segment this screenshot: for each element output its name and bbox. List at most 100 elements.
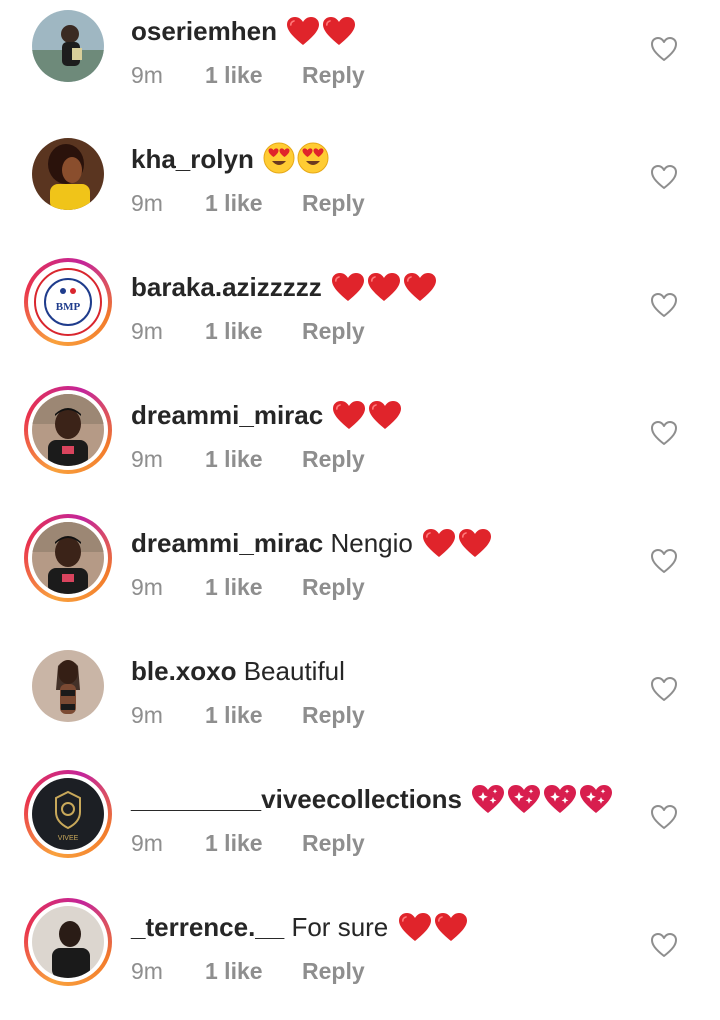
comment-time: 9m (131, 318, 163, 344)
like-heart-icon[interactable] (650, 804, 678, 830)
comment-row: ble.xoxo Beautiful 9m 1 like Reply (0, 636, 720, 764)
avatar[interactable] (24, 898, 112, 986)
comment-meta: 9m 1 like Reply (131, 316, 365, 346)
comment-body: baraka.azizzzzz (131, 269, 437, 305)
comment-likes-count[interactable]: 1 like (205, 572, 302, 602)
comment-row: VIVEE _________viveecollections 9m 1 like R… (0, 764, 720, 892)
red-heart-emoji (434, 912, 468, 942)
like-heart-icon[interactable] (650, 420, 678, 446)
reply-button[interactable]: Reply (302, 958, 365, 984)
comment-row: BMP baraka.azizzzzz 9m 1 like Reply (0, 252, 720, 380)
heart-eyes-emoji (263, 142, 295, 174)
reply-button[interactable]: Reply (302, 318, 365, 344)
avatar-image (32, 10, 104, 82)
comment-time: 9m (131, 958, 163, 984)
avatar-image: VIVEE (32, 778, 104, 850)
comment-text: For sure (291, 912, 389, 942)
comment-time: 9m (131, 702, 163, 728)
reply-button[interactable]: Reply (302, 190, 365, 216)
comment-body: dreammi_mirac Nengio (131, 525, 492, 561)
sparkling-heart-emoji (507, 784, 541, 814)
avatar-frame (32, 10, 104, 82)
avatar-image (32, 394, 104, 466)
reply-button[interactable]: Reply (302, 574, 365, 600)
avatar-frame: BMP (28, 262, 108, 342)
red-heart-emoji (368, 400, 402, 430)
comment-time: 9m (131, 574, 163, 600)
comment-meta: 9m 1 like Reply (131, 60, 365, 90)
like-heart-icon[interactable] (650, 292, 678, 318)
comment-body: kha_rolyn (131, 141, 329, 177)
comment-likes-count[interactable]: 1 like (205, 188, 302, 218)
avatar-image (32, 906, 104, 978)
comment-likes-count[interactable]: 1 like (205, 956, 302, 986)
like-heart-icon[interactable] (650, 548, 678, 574)
heart-eyes-emoji (297, 142, 329, 174)
like-heart-icon[interactable] (650, 164, 678, 190)
comment-row: _terrence.__ For sure 9m 1 like Reply (0, 892, 720, 1020)
reply-button[interactable]: Reply (302, 702, 365, 728)
avatar-frame (32, 138, 104, 210)
like-heart-icon[interactable] (650, 932, 678, 958)
comment-likes-count[interactable]: 1 like (205, 444, 302, 474)
avatar[interactable] (24, 514, 112, 602)
comment-likes-count[interactable]: 1 like (205, 828, 302, 858)
comment-username[interactable]: dreammi_mirac (131, 400, 323, 430)
avatar-image: BMP (32, 266, 104, 338)
sparkling-heart-emoji (543, 784, 577, 814)
avatar[interactable]: BMP (24, 258, 112, 346)
comment-username[interactable]: _terrence.__ (131, 912, 284, 942)
red-heart-emoji (458, 528, 492, 558)
avatar[interactable] (24, 2, 112, 90)
avatar[interactable] (24, 130, 112, 218)
avatar-image (32, 650, 104, 722)
avatar-image (32, 138, 104, 210)
sparkling-heart-emoji (471, 784, 505, 814)
comment-likes-count[interactable]: 1 like (205, 700, 302, 730)
comment-username[interactable]: _________viveecollections (131, 784, 462, 814)
comment-meta: 9m 1 like Reply (131, 444, 365, 474)
comment-body: ble.xoxo Beautiful (131, 653, 345, 689)
red-heart-emoji (286, 16, 320, 46)
avatar[interactable] (24, 386, 112, 474)
comment-body: _terrence.__ For sure (131, 909, 468, 945)
comment-likes-count[interactable]: 1 like (205, 60, 302, 90)
comment-meta: 9m 1 like Reply (131, 572, 365, 602)
svg-text:BMP: BMP (56, 301, 81, 313)
reply-button[interactable]: Reply (302, 830, 365, 856)
comment-meta: 9m 1 like Reply (131, 700, 365, 730)
red-heart-emoji (398, 912, 432, 942)
red-heart-emoji (332, 400, 366, 430)
comment-row: dreammi_mirac Nengio 9m 1 like Reply (0, 508, 720, 636)
avatar[interactable] (24, 642, 112, 730)
like-heart-icon[interactable] (650, 36, 678, 62)
comment-time: 9m (131, 830, 163, 856)
comment-text: Nengio (330, 528, 413, 558)
avatar-frame (28, 902, 108, 982)
avatar-image (32, 522, 104, 594)
comment-meta: 9m 1 like Reply (131, 188, 365, 218)
comment-username[interactable]: kha_rolyn (131, 144, 254, 174)
red-heart-emoji (331, 272, 365, 302)
comment-text: Beautiful (243, 656, 345, 686)
avatar-frame (32, 650, 104, 722)
avatar[interactable]: VIVEE (24, 770, 112, 858)
comment-row: oseriemhen 9m 1 like Reply (0, 0, 720, 124)
comment-username[interactable]: dreammi_mirac (131, 528, 323, 558)
reply-button[interactable]: Reply (302, 446, 365, 472)
avatar-frame (28, 518, 108, 598)
comment-username[interactable]: oseriemhen (131, 16, 277, 46)
red-heart-emoji (322, 16, 356, 46)
comment-likes-count[interactable]: 1 like (205, 316, 302, 346)
comment-meta: 9m 1 like Reply (131, 956, 365, 986)
comment-body: oseriemhen (131, 13, 356, 49)
svg-text:VIVEE: VIVEE (58, 835, 79, 842)
comment-row: dreammi_mirac 9m 1 like Reply (0, 380, 720, 508)
red-heart-emoji (367, 272, 401, 302)
comment-username[interactable]: baraka.azizzzzz (131, 272, 322, 302)
red-heart-emoji (403, 272, 437, 302)
reply-button[interactable]: Reply (302, 62, 365, 88)
comment-username[interactable]: ble.xoxo (131, 656, 236, 686)
like-heart-icon[interactable] (650, 676, 678, 702)
avatar-frame (28, 390, 108, 470)
